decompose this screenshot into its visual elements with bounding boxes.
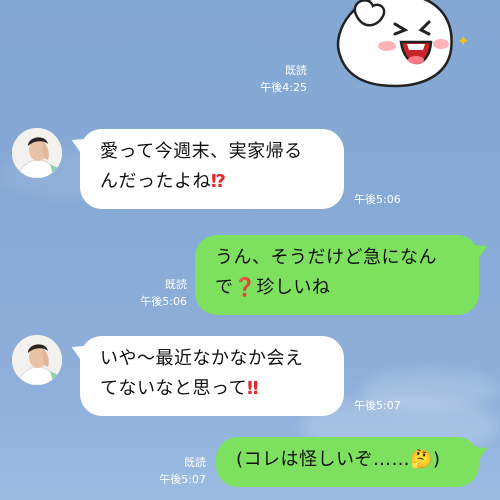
double-exclamation-icon: ‼ bbox=[247, 378, 259, 399]
timestamp: 午後5:06 bbox=[140, 295, 187, 308]
message-bubble-incoming[interactable]: 愛って今週末、実家帰る んだったよね⁉ bbox=[68, 129, 344, 209]
avatar-man-icon bbox=[12, 128, 62, 178]
avatar[interactable] bbox=[12, 128, 62, 178]
message-text-line: ) bbox=[432, 449, 441, 470]
message-meta: 既読 午後5:06 bbox=[140, 276, 187, 310]
message-text-line: (コレは怪しいぞ…… bbox=[236, 449, 411, 470]
timestamp: 午後5:07 bbox=[354, 399, 401, 412]
avatar-man-icon bbox=[12, 335, 62, 385]
read-receipt: 既読 bbox=[184, 456, 206, 469]
message-text-line: てないなと思って bbox=[100, 378, 248, 399]
message-text-line: うん、そうだけど急になん bbox=[215, 247, 437, 268]
bubble-tail bbox=[471, 238, 491, 260]
message-text-line: いや〜最近なかなか会え bbox=[100, 348, 304, 369]
message-text-line: で bbox=[215, 277, 234, 298]
question-mark-icon: ❓ bbox=[233, 277, 257, 298]
read-receipt: 既読 bbox=[285, 64, 307, 77]
timestamp: 午後4:25 bbox=[260, 81, 307, 94]
timestamp: 午後5:07 bbox=[159, 473, 206, 486]
message-text-line: 愛って今週末、実家帰る bbox=[100, 141, 303, 162]
thinking-face-icon: 🤔 bbox=[410, 449, 433, 470]
message-text-line: 珍しいね bbox=[256, 277, 331, 298]
message-meta: 既読 午後5:07 bbox=[159, 454, 206, 488]
message-bubble-outgoing[interactable]: うん、そうだけど急になん で❓珍しいね bbox=[195, 235, 491, 315]
message-bubble-outgoing[interactable]: (コレは怪しいぞ……🤔) bbox=[216, 437, 491, 487]
read-receipt: 既読 bbox=[165, 278, 187, 291]
sticker-message[interactable]: ✦ bbox=[325, 0, 485, 90]
message-text-line: んだったよね bbox=[100, 171, 211, 192]
timestamp: 午後5:06 bbox=[354, 193, 401, 206]
avatar[interactable] bbox=[12, 335, 62, 385]
bubble-tail bbox=[68, 339, 88, 361]
message-bubble-incoming[interactable]: いや〜最近なかなか会え てないなと思って‼ bbox=[68, 336, 344, 416]
sparkle-icon: ✦ bbox=[457, 32, 470, 50]
exclamation-question-icon: ⁉ bbox=[211, 171, 227, 192]
message-meta: 既読 午後4:25 bbox=[260, 62, 307, 96]
